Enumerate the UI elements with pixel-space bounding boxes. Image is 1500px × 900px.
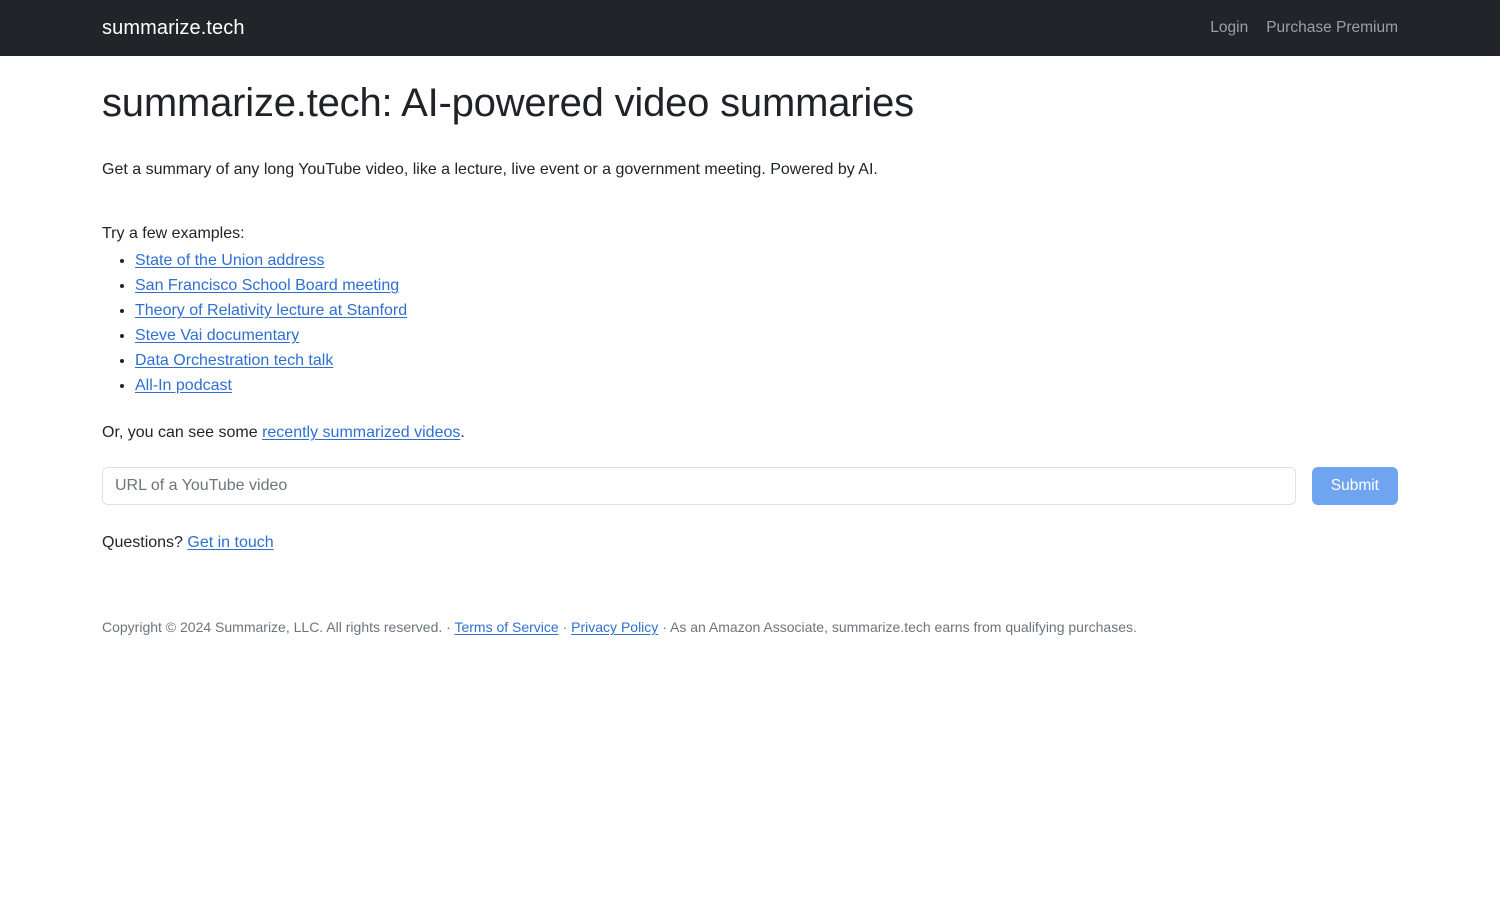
- list-item: Theory of Relativity lecture at Stanford: [135, 298, 1398, 323]
- nav-link-purchase-premium[interactable]: Purchase Premium: [1266, 20, 1398, 36]
- list-item: San Francisco School Board meeting: [135, 273, 1398, 298]
- youtube-url-input[interactable]: [102, 467, 1296, 505]
- example-link-data-orchestration[interactable]: Data Orchestration tech talk: [135, 352, 333, 369]
- list-item: State of the Union address: [135, 248, 1398, 273]
- footer: Copyright © 2024 Summarize, LLC. All rig…: [102, 617, 1398, 638]
- recent-prefix: Or, you can see some: [102, 424, 263, 441]
- get-in-touch-link[interactable]: Get in touch: [187, 534, 273, 551]
- example-link-all-in-podcast[interactable]: All-In podcast: [135, 377, 232, 394]
- footer-separator: ·: [562, 619, 568, 635]
- example-link-relativity-lecture[interactable]: Theory of Relativity lecture at Stanford: [135, 302, 407, 319]
- submit-button[interactable]: Submit: [1311, 467, 1398, 505]
- examples-intro: Try a few examples:: [102, 225, 245, 242]
- navbar-links: Login Purchase Premium: [1210, 20, 1398, 36]
- footer-link-privacy-policy[interactable]: Privacy Policy: [571, 619, 658, 635]
- footer-copyright: Copyright © 2024 Summarize, LLC. All rig…: [102, 619, 443, 635]
- footer-separator: ·: [662, 619, 667, 635]
- main-content: summarize.tech: AI-powered video summari…: [0, 78, 1500, 638]
- list-item: Steve Vai documentary: [135, 323, 1398, 348]
- recent-videos-line: Or, you can see some recently summarized…: [102, 421, 1398, 445]
- footer-amazon-disclosure: As an Amazon Associate, summarize.tech e…: [669, 619, 1137, 635]
- navbar: summarize.tech Login Purchase Premium: [0, 0, 1500, 56]
- url-submit-form: Submit: [102, 467, 1398, 505]
- recently-summarized-videos-link[interactable]: recently summarized videos: [262, 424, 460, 441]
- footer-link-terms-of-service[interactable]: Terms of Service: [454, 619, 558, 635]
- questions-prefix: Questions?: [102, 534, 188, 551]
- page-title: summarize.tech: AI-powered video summari…: [102, 81, 914, 125]
- example-link-state-of-the-union[interactable]: State of the Union address: [135, 252, 324, 269]
- example-link-sf-school-board[interactable]: San Francisco School Board meeting: [135, 277, 399, 294]
- brand-logo[interactable]: summarize.tech: [102, 18, 245, 38]
- recent-suffix: .: [460, 424, 465, 441]
- footer-separator: ·: [446, 619, 451, 635]
- questions-line: Questions? Get in touch: [102, 531, 1398, 555]
- page-description: Get a summary of any long YouTube video,…: [102, 161, 878, 178]
- list-item: Data Orchestration tech talk: [135, 348, 1398, 373]
- list-item: All-In podcast: [135, 373, 1398, 398]
- nav-link-login[interactable]: Login: [1210, 20, 1248, 36]
- examples-list: State of the Union address San Francisco…: [102, 248, 1398, 398]
- example-link-steve-vai[interactable]: Steve Vai documentary: [135, 327, 299, 344]
